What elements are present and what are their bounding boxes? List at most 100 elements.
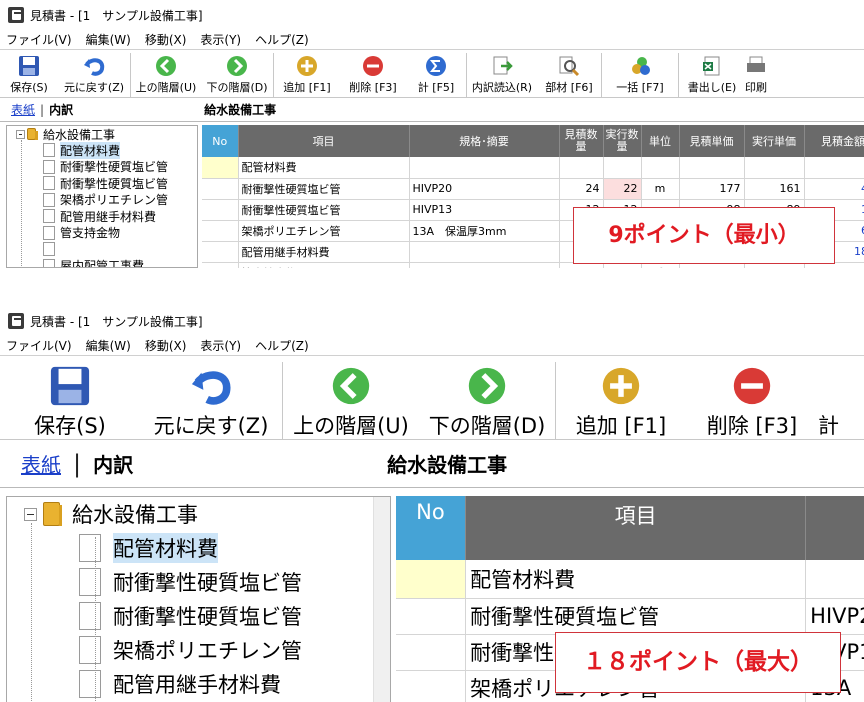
tree-item[interactable]: 配管用継手材料費	[7, 667, 390, 701]
cell-unit[interactable]	[641, 157, 680, 179]
tree-item[interactable]: 屋内配管工事費	[7, 258, 197, 267]
col-est-price-header[interactable]: 見積単価	[679, 125, 745, 157]
tree-item[interactable]: 配管用継手材料費	[7, 208, 197, 225]
cell-est-qty[interactable]	[559, 157, 604, 179]
import-button[interactable]: 内訳読込(R)	[467, 53, 537, 95]
export-button[interactable]: 書出し(E)	[679, 53, 745, 95]
cell-spec[interactable]: HIVP20	[409, 178, 560, 200]
tree-item[interactable]: 架橋ポリエチレン管	[7, 633, 390, 667]
row-no-cell[interactable]	[202, 178, 239, 200]
menu-move[interactable]: 移動(X)	[145, 31, 187, 48]
collapse-icon[interactable]	[24, 507, 37, 521]
cell-item[interactable]: 配管材料費	[238, 157, 410, 179]
row-no-cell[interactable]	[202, 157, 239, 179]
table-row[interactable]: 耐衝撃性硬質塩ビ管HIVP2	[395, 598, 864, 635]
cell-item[interactable]: 耐衝撃性硬質塩ビ管	[465, 598, 807, 635]
sum-button[interactable]: 計 [F5]	[406, 53, 466, 95]
delete-button[interactable]: 削除 [F3]	[686, 362, 818, 440]
cell-est-price[interactable]	[679, 157, 745, 179]
delete-button[interactable]: 削除 [F3]	[340, 53, 406, 95]
cell-unit[interactable]: m	[641, 178, 680, 200]
tree-item[interactable]: 耐衝撃性硬質塩ビ管	[7, 565, 390, 599]
add-button[interactable]: 追加 [F1]	[556, 362, 686, 440]
cell-spec[interactable]: HIVP13	[409, 199, 560, 221]
level-up-button[interactable]: 上の階層(U)	[283, 362, 419, 440]
cell-act-qty[interactable]	[603, 157, 642, 179]
cell-item[interactable]: 耐衝撃性硬質塩ビ管	[238, 199, 410, 221]
cell-est-amount[interactable]: 4,2	[804, 178, 864, 200]
cell-item[interactable]: 配管用継手材料費	[238, 241, 410, 263]
menu-view[interactable]: 表示(Y)	[200, 337, 241, 354]
cell-item[interactable]: 耐衝撃性硬質塩ビ管	[238, 178, 410, 200]
col-item-header[interactable]: 項目	[465, 496, 807, 560]
cell-item[interactable]: 配管材料費	[465, 560, 807, 599]
save-button[interactable]: 保存(S)	[0, 362, 140, 440]
cell-act-price[interactable]: 161	[744, 178, 805, 200]
tree-item[interactable]: 管支持金物	[7, 225, 197, 242]
col-item-header[interactable]: 項目	[238, 125, 410, 157]
menu-move[interactable]: 移動(X)	[145, 337, 187, 354]
tree-item[interactable]: 耐衝撃性硬質塩ビ管	[7, 159, 197, 176]
cell-spec[interactable]	[805, 560, 864, 599]
col-no-header[interactable]: No	[395, 496, 467, 560]
cell-spec[interactable]: HIVP2	[805, 598, 864, 635]
row-no-cell[interactable]	[395, 670, 467, 702]
col-no-header[interactable]: No	[202, 125, 239, 157]
cell-spec[interactable]	[409, 241, 560, 263]
level-down-button[interactable]: 下の階層(D)	[419, 362, 555, 440]
print-button[interactable]: 印刷	[745, 53, 785, 95]
cell-spec[interactable]	[409, 157, 560, 179]
level-up-button[interactable]: 上の階層(U)	[131, 53, 201, 95]
collapse-icon[interactable]	[16, 129, 25, 139]
col-est-amount-header[interactable]: 見積金額	[804, 125, 864, 157]
cell-est-qty[interactable]: 24	[559, 178, 604, 200]
menu-edit[interactable]: 編集(W)	[86, 31, 131, 48]
cell-act-price[interactable]	[744, 157, 805, 179]
parts-button[interactable]: 部材 [F6]	[537, 53, 601, 95]
table-row[interactable]: 耐衝撃性硬質塩ビ管HIVP202422m1771614,2	[202, 178, 864, 200]
tree-item[interactable]: 架橋ポリエチレン管	[7, 192, 197, 209]
tree-item[interactable]: 配管材料費	[7, 531, 390, 565]
cell-spec[interactable]: 13A 保温厚3mm	[409, 220, 560, 242]
row-no-cell[interactable]	[202, 262, 239, 268]
menu-edit[interactable]: 編集(W)	[86, 337, 131, 354]
col-spec-header[interactable]	[805, 496, 864, 560]
tree-scrollbar[interactable]	[372, 497, 390, 702]
cover-link[interactable]: 表紙	[21, 449, 61, 478]
undo-button[interactable]: 元に戻す(Z)	[140, 362, 282, 440]
tree-item[interactable]: 配管材料費	[7, 141, 197, 159]
cover-link[interactable]: 表紙	[11, 101, 35, 118]
undo-button[interactable]: 元に戻す(Z)	[58, 53, 130, 95]
row-no-cell[interactable]	[202, 199, 239, 221]
cell-est-price[interactable]: 177	[679, 178, 745, 200]
col-act-qty-header[interactable]: 実行数量	[603, 125, 642, 157]
col-unit-header[interactable]: 単位	[641, 125, 680, 157]
menu-help[interactable]: ヘルプ(Z)	[255, 337, 309, 354]
add-button[interactable]: 追加 [F1]	[274, 53, 340, 95]
cell-item[interactable]: 管支持金物	[238, 262, 410, 268]
row-no-cell[interactable]	[395, 560, 467, 599]
tree-item[interactable]: 耐衝撃性硬質塩ビ管	[7, 175, 197, 192]
menu-help[interactable]: ヘルプ(Z)	[255, 31, 309, 48]
cell-est-amount[interactable]	[804, 157, 864, 179]
menu-file[interactable]: ファイル(V)	[6, 31, 72, 48]
row-no-cell[interactable]	[202, 241, 239, 263]
cell-spec[interactable]	[409, 262, 560, 268]
tree-root[interactable]: 給水設備工事	[7, 497, 390, 531]
table-row[interactable]: 配管材料費	[395, 560, 864, 599]
cell-act-qty[interactable]: 22	[603, 178, 642, 200]
col-act-price-header[interactable]: 実行単価	[744, 125, 805, 157]
tree-item[interactable]	[7, 241, 197, 258]
table-row[interactable]: 配管材料費	[202, 157, 864, 179]
col-est-qty-header[interactable]: 見積数量	[559, 125, 604, 157]
tree-root[interactable]: 給水設備工事	[7, 126, 197, 142]
row-no-cell[interactable]	[202, 220, 239, 242]
cell-item[interactable]: 架橋ポリエチレン管	[238, 220, 410, 242]
col-spec-header[interactable]: 規格･摘要	[409, 125, 560, 157]
menu-view[interactable]: 表示(Y)	[200, 31, 241, 48]
sum-button[interactable]: 計	[818, 362, 858, 440]
bulk-button[interactable]: 一括 [F7]	[602, 53, 678, 95]
tree-item[interactable]: 耐衝撃性硬質塩ビ管	[7, 599, 390, 633]
menu-file[interactable]: ファイル(V)	[6, 337, 72, 354]
row-no-cell[interactable]	[395, 634, 467, 671]
